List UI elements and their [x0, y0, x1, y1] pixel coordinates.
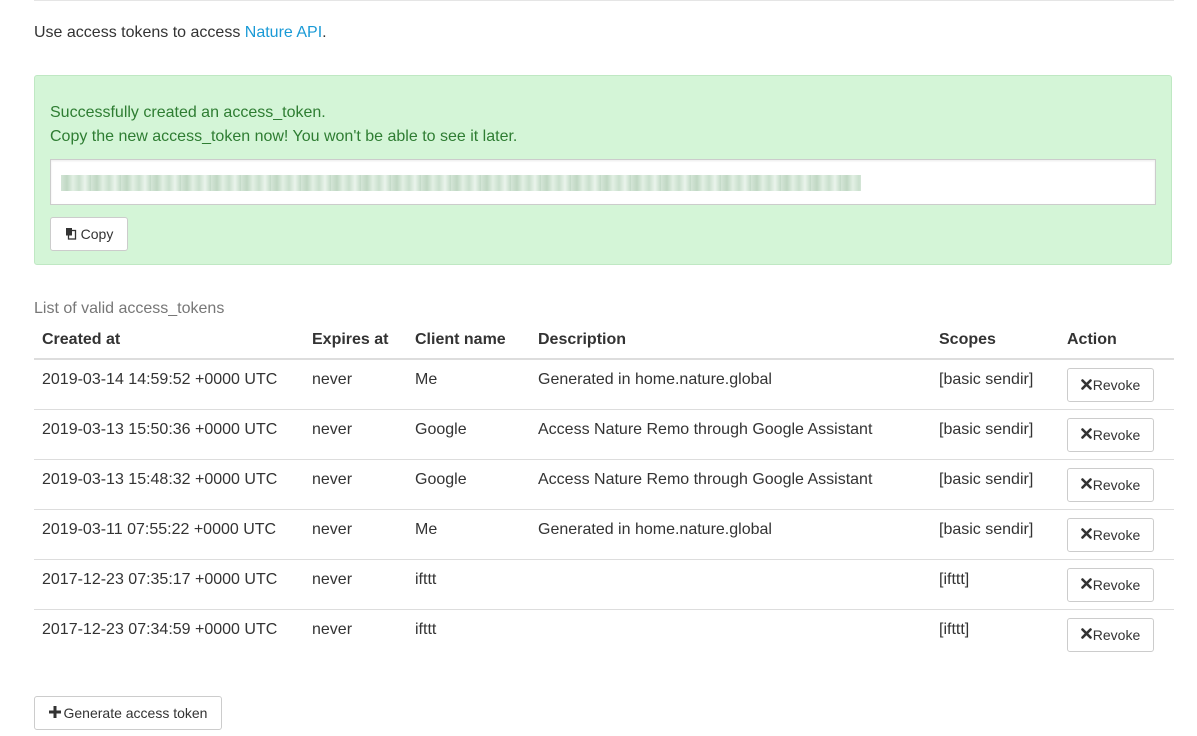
- cell-client: Google: [407, 409, 530, 460]
- cell-scopes: [basic sendir]: [931, 359, 1059, 410]
- new-token-field[interactable]: [50, 159, 1156, 205]
- top-divider: [34, 0, 1174, 1]
- revoke-button[interactable]: Revoke: [1067, 417, 1154, 452]
- times-icon: [1080, 528, 1092, 541]
- cell-description: Access Nature Remo through Google Assist…: [530, 409, 931, 460]
- cell-scopes: [basic sendir]: [931, 409, 1059, 460]
- header-client-name: Client name: [407, 322, 530, 360]
- cell-action: Revoke: [1059, 609, 1174, 659]
- cell-expires: never: [304, 559, 407, 610]
- table-row: 2017-12-23 07:34:59 +0000 UTC never ifttt […: [34, 609, 1174, 659]
- times-icon: [1080, 428, 1092, 441]
- generate-token-label: Generate access token: [63, 705, 208, 721]
- times-icon: [1080, 378, 1092, 392]
- revoke-button-label: Revoke: [1092, 476, 1141, 493]
- cell-action: Revoke: [1059, 509, 1174, 560]
- cell-created: 2019-03-11 07:55:22 +0000 UTC: [34, 509, 304, 560]
- revoke-button[interactable]: Revoke: [1067, 617, 1154, 652]
- alert-message-copy-warning: Copy the new access_token now! You won't…: [50, 128, 518, 145]
- tokens-table: Created at Expires at Client name Descri…: [34, 322, 1174, 659]
- cell-description: Generated in home.nature.global: [530, 509, 931, 560]
- cell-description: Generated in home.nature.global: [530, 359, 931, 410]
- revoke-button[interactable]: Revoke: [1067, 368, 1154, 402]
- cell-description: [530, 609, 931, 659]
- cell-expires: never: [304, 409, 407, 460]
- access-tokens-page: Use access tokens to access Nature API. …: [0, 0, 1197, 736]
- revoke-button-label: Revoke: [1092, 576, 1141, 593]
- table-row: 2017-12-23 07:35:17 +0000 UTC never ifttt […: [34, 559, 1174, 610]
- table-row: 2019-03-11 07:55:22 +0000 UTC never Me Gene…: [34, 509, 1174, 560]
- header-action: Action: [1059, 322, 1174, 360]
- cell-created: 2019-03-14 14:59:52 +0000 UTC: [34, 359, 304, 410]
- alert-message-created: Successfully created an access_token.: [50, 104, 326, 121]
- cell-client: ifttt: [407, 559, 530, 610]
- cell-client: Google: [407, 459, 530, 510]
- cell-client: ifttt: [415, 620, 437, 638]
- cell-action: Revoke: [1059, 409, 1174, 460]
- clipboard-icon: [65, 227, 78, 242]
- cell-created: 2019-03-13 15:50:36 +0000 UTC: [34, 409, 304, 460]
- header-expires-at: Expires at: [304, 322, 407, 360]
- copy-button[interactable]: Copy: [50, 217, 128, 251]
- cell-created: 2017-12-23 07:35:17 +0000 UTC: [34, 559, 304, 610]
- generate-token-button[interactable]: Generate access token: [34, 696, 222, 730]
- cell-client: Me: [407, 359, 530, 410]
- cell-scopes: [ifttt]: [931, 559, 1059, 610]
- revoke-button[interactable]: Revoke: [1067, 517, 1154, 552]
- cell-created: 2017-12-23 07:34:59 +0000 UTC: [42, 620, 278, 638]
- cell-action: Revoke: [1059, 359, 1174, 410]
- cell-created: 2019-03-13 15:48:32 +0000 UTC: [34, 459, 304, 510]
- header-scopes: Scopes: [931, 322, 1059, 360]
- tokens-table-body: 2019-03-14 14:59:52 +0000 UTC never Me Gene…: [34, 359, 1174, 659]
- times-icon: [1080, 578, 1092, 591]
- revoke-button-label: Revoke: [1092, 426, 1141, 443]
- token-value-redacted: [61, 175, 861, 191]
- revoke-button-label: Revoke: [1092, 377, 1141, 393]
- success-alert: Successfully created an access_token. Co…: [34, 75, 1172, 265]
- table-row: 2019-03-14 14:59:52 +0000 UTC never Me Gene…: [34, 359, 1174, 410]
- header-created-at: Created at: [34, 322, 304, 360]
- intro-text: Use access tokens to access Nature API.: [34, 24, 327, 41]
- revoke-button[interactable]: Revoke: [1067, 567, 1154, 602]
- revoke-button[interactable]: Revoke: [1067, 467, 1154, 502]
- table-header-row: Created at Expires at Client name Descri…: [34, 322, 1174, 360]
- nature-api-link[interactable]: Nature API: [245, 24, 322, 41]
- header-description: Description: [530, 322, 931, 360]
- revoke-button-label: Revoke: [1092, 526, 1141, 543]
- cell-action: Revoke: [1059, 559, 1174, 610]
- cell-client: Me: [407, 509, 530, 560]
- tokens-table-caption: List of valid access_tokens: [34, 300, 225, 317]
- copy-button-label: Copy: [80, 226, 114, 242]
- cell-expires: never: [304, 459, 407, 510]
- times-icon: [1080, 478, 1092, 491]
- cell-scopes: [ifttt]: [939, 620, 970, 638]
- table-row: 2019-03-13 15:48:32 +0000 UTC never Google…: [34, 459, 1174, 510]
- cell-expires: never: [312, 620, 353, 638]
- cell-description: [530, 559, 931, 610]
- times-icon: [1080, 628, 1092, 641]
- plus-icon: [48, 706, 61, 720]
- cell-description: Access Nature Remo through Google Assist…: [530, 459, 931, 510]
- table-row: 2019-03-13 15:50:36 +0000 UTC never Google…: [34, 409, 1174, 460]
- cell-scopes: [basic sendir]: [931, 459, 1059, 510]
- cell-expires: never: [304, 509, 407, 560]
- revoke-button-label: Revoke: [1092, 626, 1141, 643]
- cell-scopes: [basic sendir]: [931, 509, 1059, 560]
- cell-action: Revoke: [1059, 459, 1174, 510]
- cell-expires: never: [304, 359, 407, 410]
